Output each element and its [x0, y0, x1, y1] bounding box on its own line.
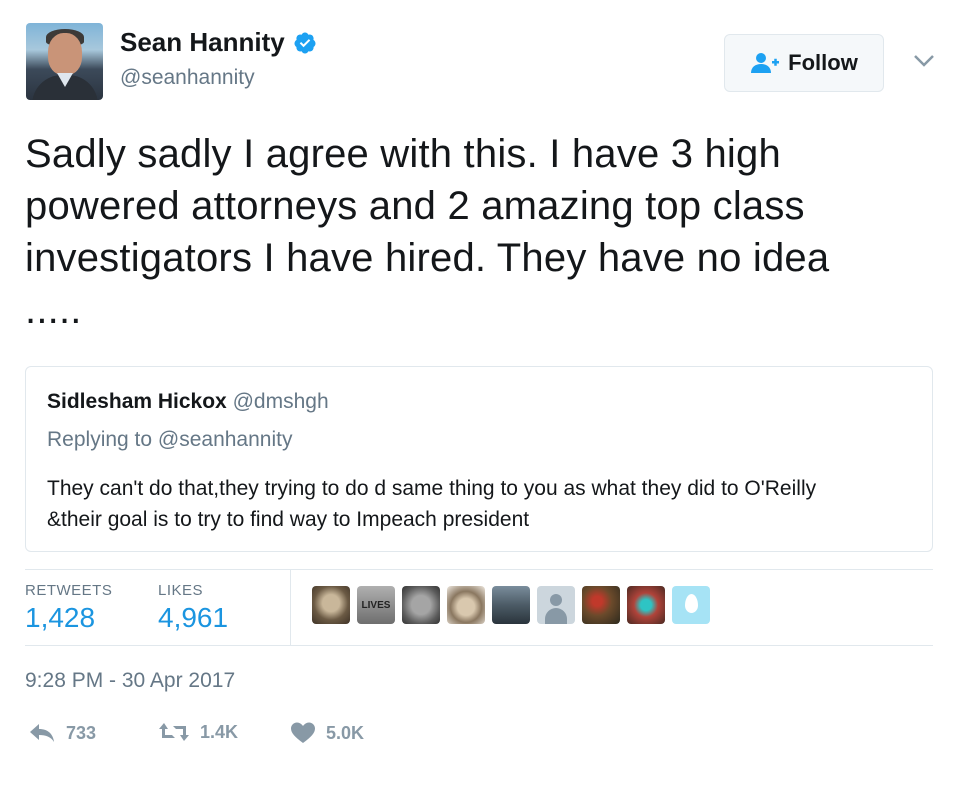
retweet-count: 1.4K — [200, 721, 239, 742]
stats-vertical-divider — [290, 569, 291, 645]
quoted-text-line: &their goal is to try to find way to Imp… — [47, 508, 530, 531]
liker-avatar-text: LIVES — [361, 599, 391, 611]
retweet-icon — [159, 723, 189, 741]
author-avatar[interactable] — [26, 23, 103, 100]
author-name-row[interactable]: Sean Hannity — [120, 27, 317, 58]
stats-top-divider — [25, 569, 933, 570]
quoted-tweet-text: They can't do that,they trying to do d s… — [47, 473, 907, 535]
likers-avatar-row: LIVES — [312, 586, 710, 624]
quoted-tweet[interactable]: Sidlesham Hickox @dmshgh Replying to @se… — [25, 366, 933, 552]
tweet-timestamp[interactable]: 9:28 PM - 30 Apr 2017 — [25, 669, 235, 693]
tweet-text-line: ..... — [25, 288, 82, 332]
tweet-text-line: investigators I have hired. They have no… — [25, 236, 830, 280]
egg-shape — [685, 594, 698, 613]
reply-icon — [30, 724, 54, 742]
tweet-text-line: Sadly sadly I agree with this. I have 3 … — [25, 132, 781, 176]
chevron-down-icon[interactable] — [912, 52, 936, 70]
verified-badge-icon — [294, 32, 316, 53]
like-count: 5.0K — [326, 722, 365, 743]
reply-button[interactable]: 733 — [28, 721, 96, 745]
stats-bottom-divider — [25, 645, 933, 646]
liker-avatar[interactable] — [492, 586, 530, 624]
quoted-text-line: They can't do that,they trying to do d s… — [47, 477, 817, 500]
likes-label[interactable]: LIKES — [158, 582, 203, 599]
reply-count: 733 — [66, 722, 97, 743]
author-handle[interactable]: @seanhannity — [120, 66, 255, 90]
follow-button[interactable]: Follow — [724, 34, 884, 92]
quoted-replying-to: Replying to @seanhannity — [47, 428, 293, 451]
likes-count[interactable]: 4,961 — [158, 602, 228, 634]
author-name[interactable]: Sean Hannity — [120, 27, 285, 58]
retweets-count[interactable]: 1,428 — [25, 602, 95, 634]
liker-avatar[interactable] — [312, 586, 350, 624]
liker-avatar[interactable]: LIVES — [357, 586, 395, 624]
like-button[interactable]: 5.0K — [290, 721, 364, 745]
liker-avatar[interactable] — [627, 586, 665, 624]
follow-button-label: Follow — [788, 50, 858, 75]
liker-avatar[interactable] — [447, 586, 485, 624]
avatar-face — [48, 33, 82, 75]
quoted-author: Sidlesham Hickox @dmshgh — [47, 390, 329, 414]
liker-avatar[interactable] — [582, 586, 620, 624]
default-egg-avatar-icon[interactable] — [672, 586, 710, 624]
quoted-author-handle: @dmshgh — [232, 390, 329, 413]
follow-person-icon — [751, 53, 780, 73]
default-avatar-body — [545, 608, 567, 624]
heart-icon — [291, 722, 315, 743]
default-avatar-head — [550, 594, 562, 606]
liker-avatar[interactable] — [402, 586, 440, 624]
quoted-author-name: Sidlesham Hickox — [47, 390, 227, 413]
tweet-text: Sadly sadly I agree with this. I have 3 … — [25, 128, 955, 336]
default-avatar-icon[interactable] — [537, 586, 575, 624]
retweets-label[interactable]: RETWEETS — [25, 582, 112, 599]
retweet-button[interactable]: 1.4K — [158, 721, 238, 743]
tweet-text-line: powered attorneys and 2 amazing top clas… — [25, 184, 805, 228]
